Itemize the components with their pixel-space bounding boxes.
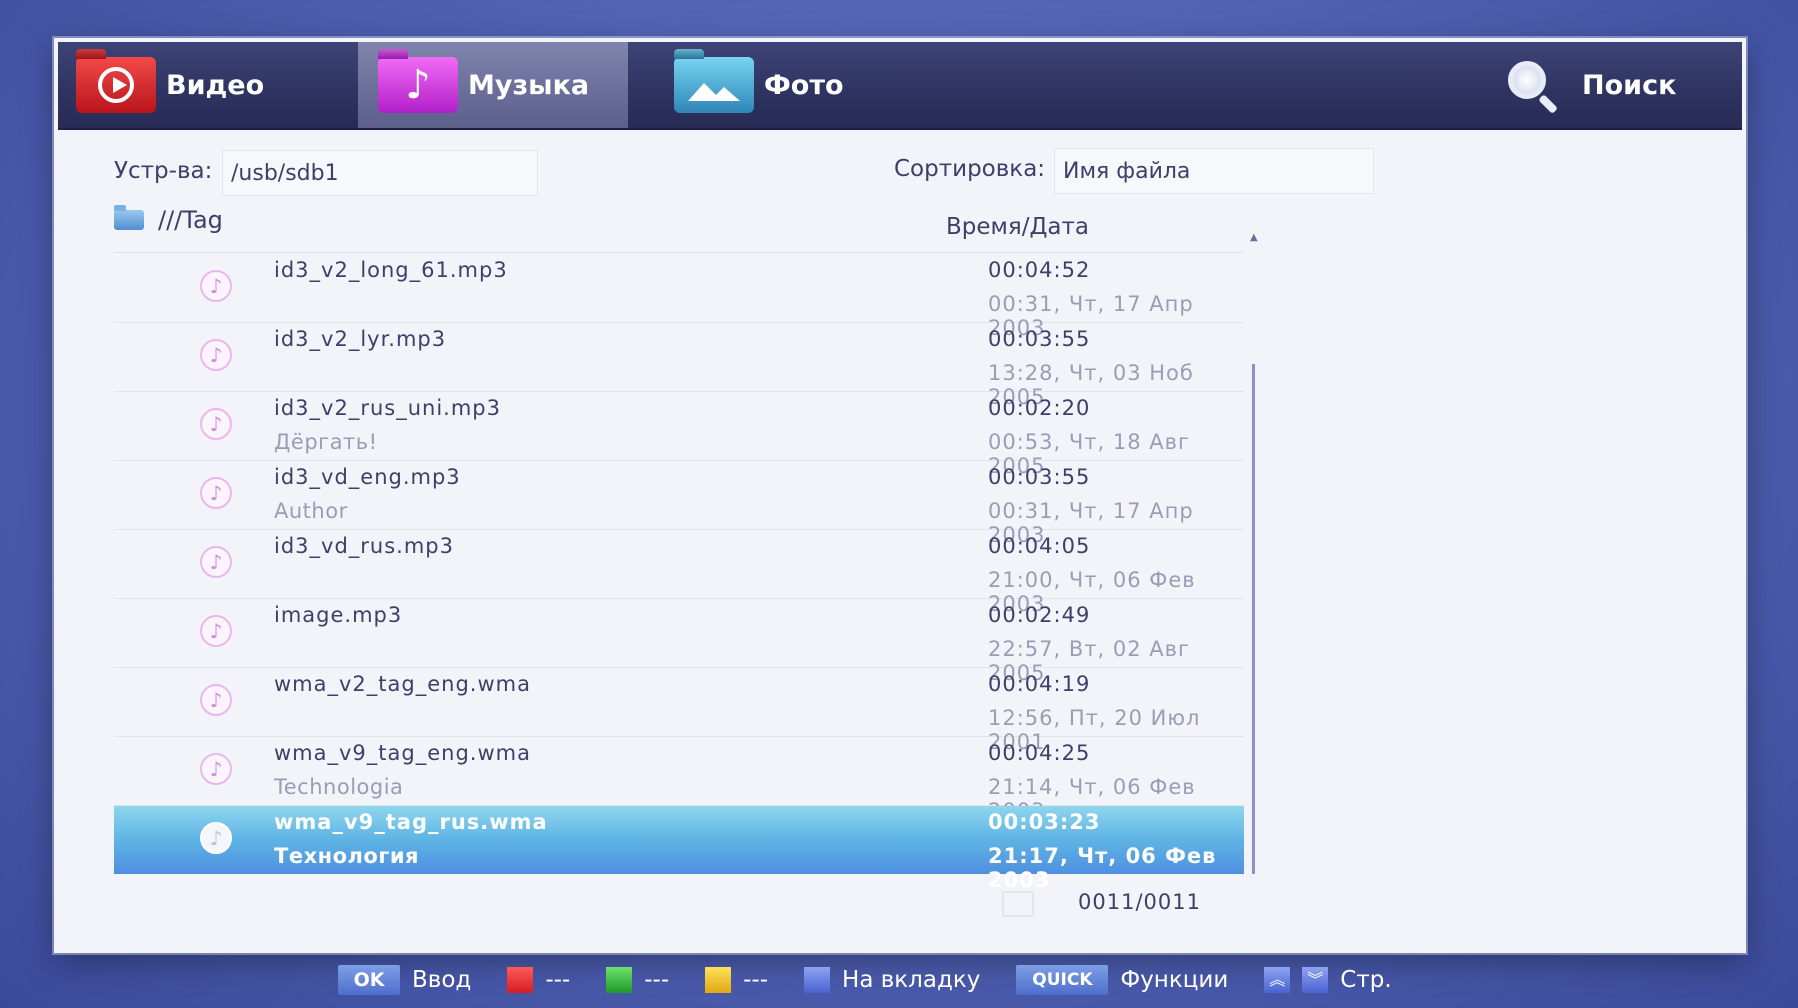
page-down-icon: ︾ [1302, 967, 1329, 993]
video-folder-icon [76, 57, 156, 113]
footer-hints: OK Ввод --- --- --- На вкладку QUICK Фун… [338, 962, 1428, 998]
yellow-key-icon [705, 967, 732, 993]
music-note-icon: ♪ [200, 753, 232, 785]
photo-folder-icon [674, 57, 754, 113]
music-note-icon: ♪ [200, 339, 232, 371]
file-name: id3_vd_rus.mp3 [274, 534, 454, 558]
hint-yellow[interactable]: --- [705, 967, 768, 993]
file-duration: 00:04:19 [988, 672, 1091, 696]
page-up-icon: ︽ [1264, 967, 1291, 993]
music-note-icon: ♪ [200, 546, 232, 578]
ok-button[interactable]: OK [338, 965, 400, 995]
device-field[interactable]: /usb/sdb1 [222, 150, 538, 196]
green-label: --- [644, 967, 670, 993]
quick-button[interactable]: QUICK [1016, 965, 1109, 995]
file-row[interactable]: ♪ id3_v2_lyr.mp3 00:03:55 13:28, Чт, 03 Ноб… [114, 323, 1244, 409]
header-divider [114, 252, 1244, 253]
music-note-icon: ♪ [200, 615, 232, 647]
tab-search-label: Поиск [1582, 69, 1677, 101]
file-name: id3_v2_lyr.mp3 [274, 327, 447, 351]
hint-red[interactable]: --- [507, 967, 570, 993]
blue-key-icon [804, 967, 831, 993]
file-name: image.mp3 [274, 603, 403, 627]
file-list: ♪ id3_v2_long_61.mp3 00:04:52 00:31, Чт, 17… [114, 254, 1244, 892]
tab-video[interactable]: Видео [76, 42, 346, 128]
file-row[interactable]: ♪ id3_v2_long_61.mp3 00:04:52 00:31, Чт, 17… [114, 254, 1244, 340]
red-key-icon [507, 967, 534, 993]
file-row[interactable]: ♪ image.mp3 00:02:49 22:57, Вт, 02 Авг 2005 [114, 599, 1244, 685]
file-duration: 00:03:23 [988, 810, 1101, 834]
red-label: --- [545, 967, 571, 993]
file-row[interactable]: ♪ id3_vd_eng.mp3 Author 00:03:55 00:31, Чт, … [114, 461, 1244, 547]
file-name: id3_v2_rus_uni.mp3 [274, 396, 501, 420]
music-note-icon: ♪ [200, 822, 232, 854]
tab-photo[interactable]: Фото [674, 42, 944, 128]
file-duration: 00:04:52 [988, 258, 1091, 282]
file-duration: 00:03:55 [988, 465, 1091, 489]
file-row[interactable]: ♪ wma_v9_tag_eng.wma Technologia 00:04:25 21… [114, 737, 1244, 823]
file-duration: 00:02:20 [988, 396, 1091, 420]
blue-label: На вкладку [842, 967, 981, 993]
file-name: id3_v2_long_61.mp3 [274, 258, 508, 282]
music-note-icon: ♪ [200, 684, 232, 716]
file-row[interactable]: ♪ wma_v9_tag_rus.wma Технология 00:03:23 21:… [114, 806, 1244, 892]
device-label: Устр-ва: [114, 158, 213, 184]
file-name: wma_v9_tag_rus.wma [274, 810, 548, 834]
file-date: 21:17, Чт, 06 Фев 2003 [988, 844, 1217, 892]
column-time-date[interactable]: Время/Дата [946, 214, 1089, 240]
file-duration: 00:03:55 [988, 327, 1091, 351]
quick-label: Функции [1120, 967, 1229, 993]
hint-green[interactable]: --- [606, 967, 669, 993]
list-scrollbar[interactable] [1252, 364, 1255, 874]
file-name: wma_v9_tag_eng.wma [274, 741, 531, 765]
music-folder-icon: ♪ [378, 57, 458, 113]
tab-search[interactable]: Поиск [1506, 42, 1726, 128]
file-name: id3_vd_eng.mp3 [274, 465, 461, 489]
sort-field[interactable]: Имя файла [1054, 148, 1374, 194]
path-text: ///Tag [158, 206, 223, 234]
file-row[interactable]: ♪ id3_vd_rus.mp3 00:04:05 21:00, Чт, 06 Фев… [114, 530, 1244, 616]
file-tag: Дёргать! [274, 430, 378, 454]
music-note-icon: ♪ [200, 270, 232, 302]
play-circle-icon [98, 67, 134, 103]
folder-icon [114, 205, 144, 230]
tab-photo-label: Фото [764, 69, 844, 101]
yellow-label: --- [743, 967, 769, 993]
media-browser-window: Видео ♪ Музыка Фото Поиск Устр-ва: /usb/… [54, 38, 1746, 953]
hint-ok[interactable]: OK Ввод [338, 965, 471, 995]
magnifier-icon [1506, 59, 1558, 114]
mountain-icon [688, 83, 740, 101]
sort-label: Сортировка: [894, 156, 1046, 182]
file-duration: 00:04:05 [988, 534, 1091, 558]
file-name: wma_v2_tag_eng.wma [274, 672, 531, 696]
file-tag: Author [274, 499, 348, 523]
file-duration: 00:04:25 [988, 741, 1091, 765]
file-row[interactable]: ♪ wma_v2_tag_eng.wma 00:04:19 12:56, Пт, 20… [114, 668, 1244, 754]
tab-music[interactable]: ♪ Музыка [358, 42, 628, 128]
file-row[interactable]: ♪ id3_v2_rus_uni.mp3 Дёргать! 00:02:20 00:53… [114, 392, 1244, 478]
hint-quick[interactable]: QUICK Функции [1016, 965, 1228, 995]
page-label: Стр. [1340, 967, 1392, 993]
file-tag: Technologia [274, 775, 404, 799]
selection-checkbox-icon [1002, 891, 1034, 917]
file-duration: 00:02:49 [988, 603, 1091, 627]
category-tabbar: Видео ♪ Музыка Фото Поиск [58, 42, 1742, 130]
green-key-icon [606, 967, 633, 993]
hint-page[interactable]: ︽ ︾ Стр. [1264, 967, 1392, 993]
music-note-icon: ♪ [200, 477, 232, 509]
file-tag: Технология [274, 844, 420, 868]
sort-up-icon: ▲ [1250, 232, 1258, 243]
item-counter: 0011/0011 [1078, 890, 1201, 914]
hint-blue[interactable]: На вкладку [804, 967, 980, 993]
music-note-icon: ♪ [200, 408, 232, 440]
ok-label: Ввод [412, 967, 472, 993]
tab-music-label: Музыка [468, 69, 590, 101]
current-path: ///Tag [114, 205, 223, 234]
tab-video-label: Видео [166, 69, 265, 101]
